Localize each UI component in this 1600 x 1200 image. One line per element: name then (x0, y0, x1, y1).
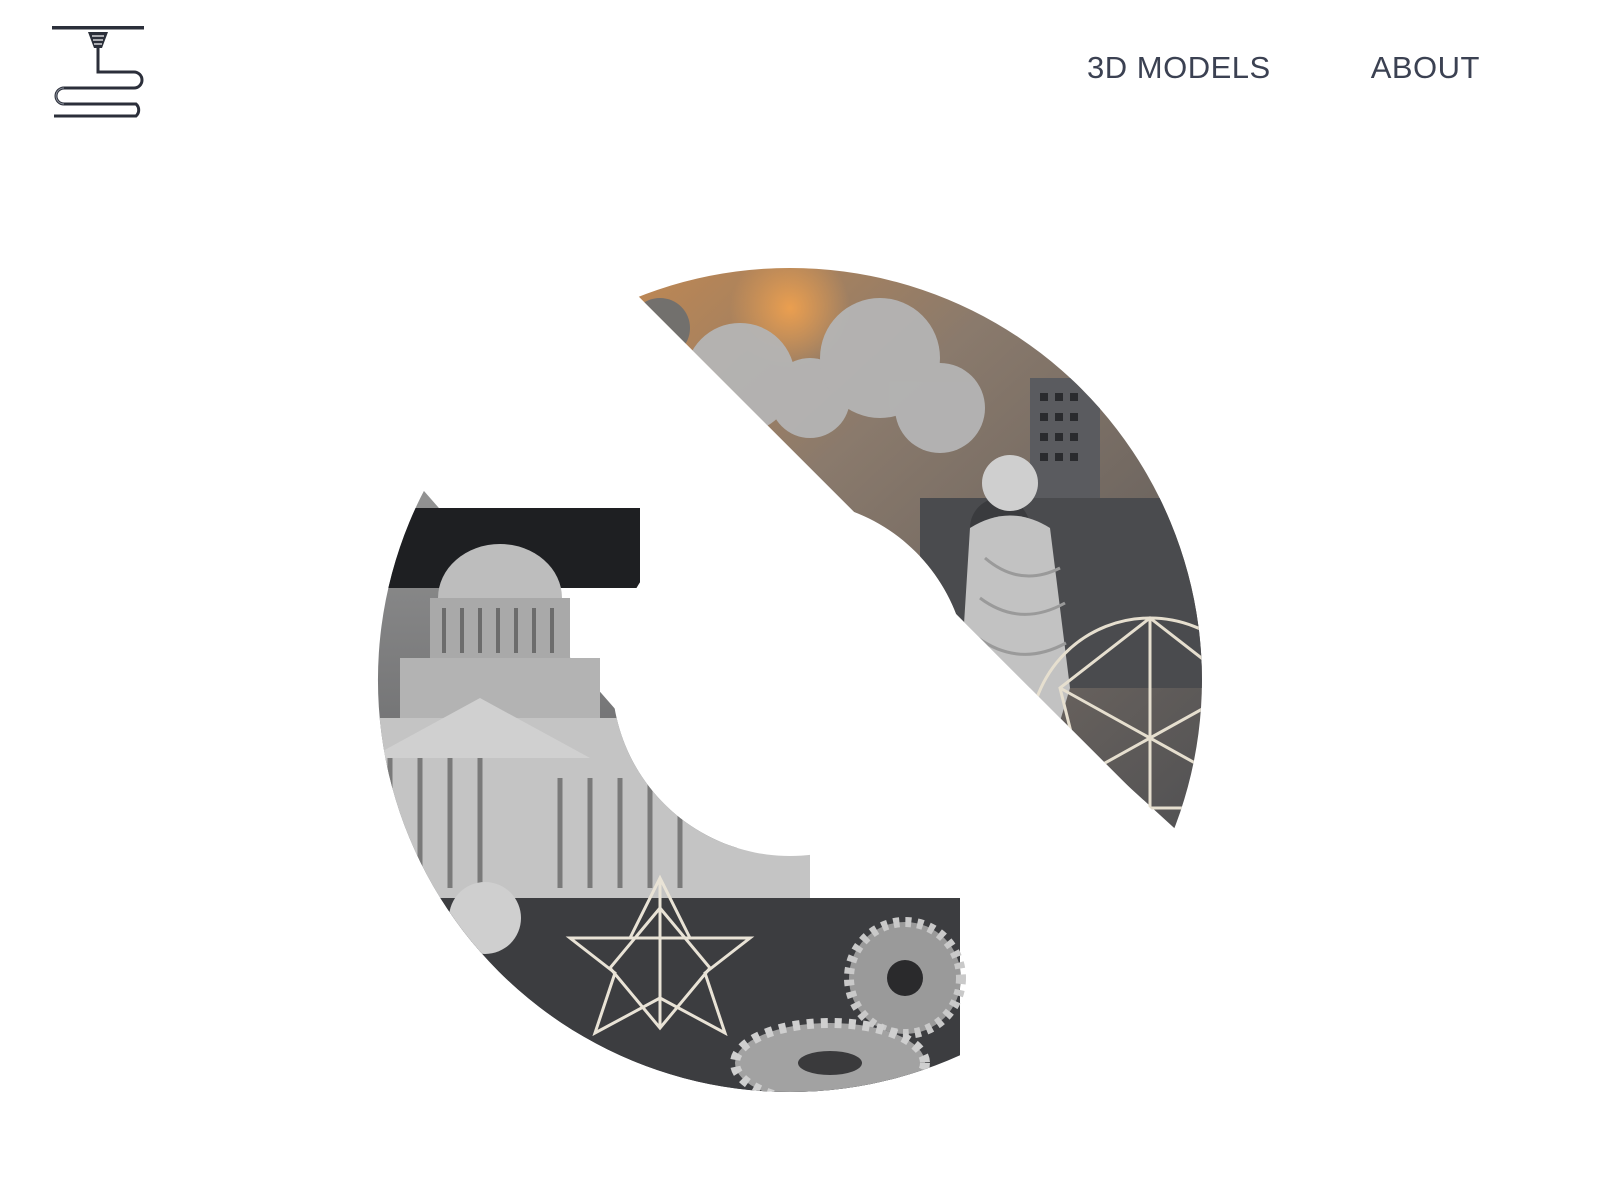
site-header: 3D MODELS ABOUT (0, 0, 1600, 150)
main-nav: 3D MODELS ABOUT (1087, 50, 1480, 86)
printer-nozzle-icon (52, 26, 144, 118)
nav-link-3d-models[interactable]: 3D MODELS (1087, 50, 1271, 86)
split-ring-collage-graphic (377, 268, 1240, 1092)
nav-link-about[interactable]: ABOUT (1371, 50, 1480, 86)
hero-collage (360, 268, 1240, 1148)
logo-icon[interactable] (52, 24, 148, 124)
page: 3D MODELS ABOUT (0, 0, 1600, 1200)
